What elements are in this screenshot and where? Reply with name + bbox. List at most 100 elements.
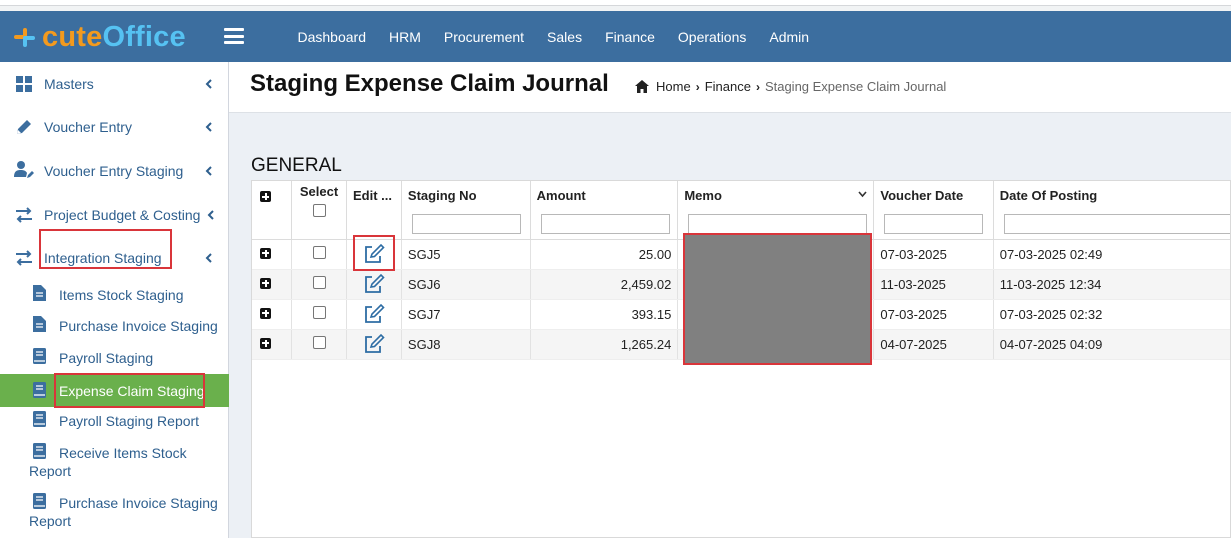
- date-of-posting-filter-input[interactable]: [1003, 214, 1230, 234]
- column-header-select: Select: [291, 181, 347, 240]
- top-nav: Dashboard HRM Procurement Sales Finance …: [286, 11, 821, 62]
- sidebar-subitem-items-stock-staging[interactable]: Items Stock Staging: [0, 283, 229, 307]
- chevron-down-icon[interactable]: [858, 191, 867, 198]
- browser-tab-edge: [0, 0, 1231, 6]
- breadcrumb-home[interactable]: Home: [656, 79, 691, 94]
- brand-name-part1: cute: [42, 20, 103, 53]
- nav-sales[interactable]: Sales: [536, 29, 594, 45]
- user-edit-icon: [14, 161, 34, 178]
- nav-admin[interactable]: Admin: [758, 29, 821, 45]
- expand-plus-icon[interactable]: [260, 247, 271, 259]
- date-of-posting-cell: 11-03-2025 12:34: [993, 269, 1230, 300]
- row-edit-cell[interactable]: [346, 299, 402, 330]
- nav-operations[interactable]: Operations: [666, 29, 757, 45]
- exchange-icon: [16, 250, 32, 266]
- row-checkbox[interactable]: [312, 246, 326, 259]
- staging-no-filter-input[interactable]: [411, 214, 521, 234]
- chevron-left-icon: [205, 165, 212, 176]
- column-header-date-of-posting[interactable]: Date Of Posting: [993, 181, 1230, 240]
- main-content: Staging Expense Claim Journal Home › Fin…: [229, 62, 1231, 538]
- voucher-date-cell: 11-03-2025: [873, 269, 994, 300]
- date-of-posting-cell: 04-07-2025 04:09: [993, 329, 1230, 360]
- row-expand-cell[interactable]: [252, 299, 293, 330]
- staging-no-cell: SGJ6: [401, 269, 531, 300]
- page-title: Staging Expense Claim Journal: [250, 70, 609, 97]
- file-icon: [33, 285, 46, 301]
- sidebar-subitem-label: Purchase Invoice Staging: [59, 495, 218, 511]
- sidebar-item-voucher-entry[interactable]: Voucher Entry: [0, 105, 229, 148]
- expand-plus-icon[interactable]: [260, 277, 271, 289]
- sidebar-subitem-label: Payroll Staging Report: [59, 413, 200, 429]
- chevron-left-icon: [205, 78, 212, 89]
- breadcrumb-current: Staging Expense Claim Journal: [764, 79, 947, 94]
- sidebar-subitem-payroll-staging-report[interactable]: Payroll Staging Report: [0, 409, 229, 433]
- column-header-staging-no[interactable]: Staging No: [401, 181, 531, 240]
- brand-name-part2: Office: [102, 20, 186, 53]
- date-of-posting-cell: 07-03-2025 02:49: [993, 239, 1230, 270]
- row-select-cell[interactable]: [291, 239, 347, 270]
- row-checkbox[interactable]: [312, 276, 326, 289]
- sidebar-subitem-receive-items-stock-report[interactable]: Receive Items Stock Report: [0, 441, 229, 481]
- nav-procurement[interactable]: Procurement: [432, 29, 535, 45]
- logo-icon: [14, 26, 36, 48]
- amount-cell: 25.00: [530, 239, 679, 270]
- nav-hrm[interactable]: HRM: [378, 29, 433, 45]
- highlight-expense-claim-staging: [54, 373, 205, 408]
- sidebar-item-voucher-entry-staging[interactable]: Voucher Entry Staging: [0, 149, 229, 192]
- row-checkbox[interactable]: [312, 306, 326, 319]
- nav-dashboard[interactable]: Dashboard: [286, 29, 378, 45]
- amount-filter-input[interactable]: [540, 214, 670, 234]
- column-header-memo[interactable]: Memo: [677, 181, 875, 240]
- row-select-cell[interactable]: [291, 329, 347, 360]
- voucher-date-cell: 07-03-2025: [873, 299, 994, 330]
- book-icon: [33, 443, 46, 459]
- edit-icon[interactable]: [363, 304, 385, 324]
- row-expand-cell[interactable]: [252, 329, 293, 360]
- sidebar-subitem-label: Receive Items Stock: [59, 445, 187, 461]
- menu-toggle-icon[interactable]: [224, 28, 244, 44]
- breadcrumb-finance[interactable]: Finance: [705, 79, 751, 94]
- nav-finance[interactable]: Finance: [594, 29, 667, 45]
- voucher-date-cell: 07-03-2025: [873, 239, 994, 270]
- expand-plus-icon[interactable]: [260, 191, 271, 202]
- row-edit-cell[interactable]: [346, 329, 402, 360]
- content-header: Staging Expense Claim Journal Home › Fin…: [229, 62, 1231, 113]
- edit-icon[interactable]: [363, 274, 385, 294]
- sidebar-subitem-purchase-invoice-staging[interactable]: Purchase Invoice Staging: [0, 314, 229, 338]
- edit-icon[interactable]: [363, 334, 385, 354]
- row-select-cell[interactable]: [291, 299, 347, 330]
- row-edit-cell[interactable]: [346, 269, 402, 300]
- chevron-left-icon: [207, 209, 214, 220]
- column-header-voucher-date[interactable]: Voucher Date: [873, 181, 994, 240]
- sidebar-item-label: Voucher Entry Staging: [44, 162, 184, 179]
- sidebar-subitem-label: Purchase Invoice Staging: [59, 318, 218, 334]
- memo-filter-input[interactable]: [688, 214, 868, 234]
- select-all-checkbox[interactable]: [312, 204, 326, 217]
- brand-logo[interactable]: cute Office: [14, 20, 186, 54]
- voucher-date-filter-input[interactable]: [884, 214, 984, 234]
- row-expand-cell[interactable]: [252, 269, 293, 300]
- sidebar-subitem-label-cont: Report: [29, 513, 72, 529]
- home-icon: [635, 80, 649, 93]
- column-header-edit[interactable]: Edit ...: [346, 181, 402, 240]
- staging-no-cell: SGJ5: [401, 239, 531, 270]
- sidebar-subitem-payroll-staging[interactable]: Payroll Staging: [0, 346, 229, 370]
- breadcrumb-separator-icon: ›: [695, 79, 700, 94]
- row-expand-cell[interactable]: [252, 239, 293, 270]
- sidebar-item-masters[interactable]: Masters: [0, 62, 229, 105]
- row-checkbox[interactable]: [312, 336, 326, 349]
- book-icon: [33, 411, 46, 427]
- book-icon: [33, 348, 46, 364]
- expand-plus-icon[interactable]: [260, 307, 271, 319]
- staging-no-cell: SGJ8: [401, 329, 531, 360]
- voucher-date-cell: 04-07-2025: [873, 329, 994, 360]
- exchange-icon: [16, 207, 32, 223]
- sidebar-subitem-purchase-invoice-staging-report[interactable]: Purchase Invoice Staging Report: [0, 491, 229, 531]
- top-header: cute Office Dashboard HRM Procurement Sal…: [0, 11, 1231, 62]
- browser-top-strip: [0, 0, 1231, 11]
- staging-no-cell: SGJ7: [401, 299, 531, 330]
- expand-all-header[interactable]: [252, 181, 293, 240]
- column-header-amount[interactable]: Amount: [530, 181, 679, 240]
- row-select-cell[interactable]: [291, 269, 347, 300]
- expand-plus-icon[interactable]: [260, 337, 271, 349]
